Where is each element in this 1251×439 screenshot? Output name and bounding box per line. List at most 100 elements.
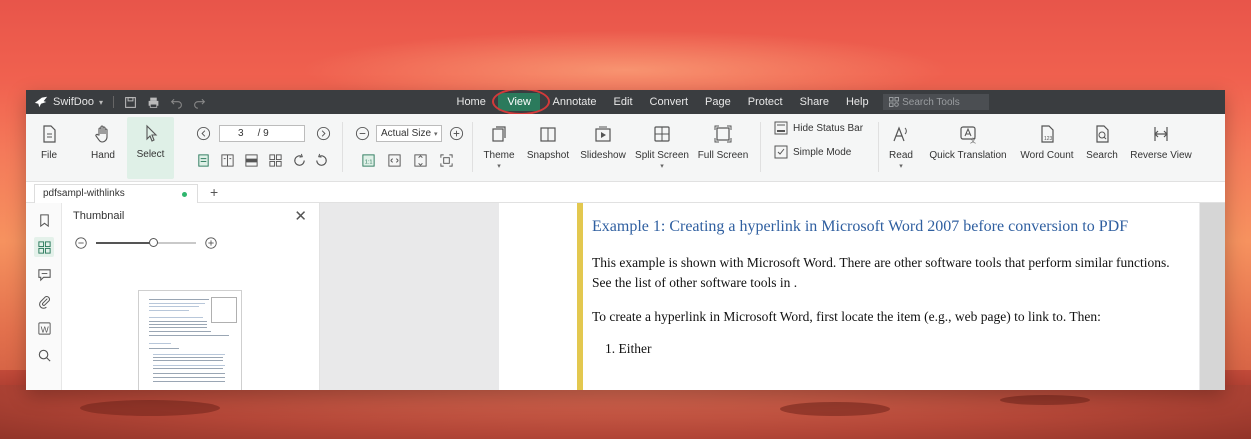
divider: [760, 122, 761, 172]
document-tab[interactable]: pdfsampl-withlinks: [34, 184, 198, 203]
chevron-down-icon: ▾: [497, 163, 501, 170]
menu-home[interactable]: Home: [448, 90, 494, 114]
full-screen-button[interactable]: Full Screen: [696, 118, 750, 161]
scroll-page-icon[interactable]: [242, 151, 260, 169]
rotate-right-icon[interactable]: [290, 151, 308, 169]
thumbnail-icon[interactable]: [34, 237, 54, 257]
file-label: File: [40, 150, 58, 161]
redo-icon[interactable]: [193, 96, 206, 109]
grid-view-icon[interactable]: [266, 151, 284, 169]
read-button[interactable]: Read ▾: [886, 118, 916, 170]
simple-mode-button[interactable]: Simple Mode: [774, 145, 851, 159]
thumbnail-zoom: [74, 236, 218, 250]
quick-translation-button[interactable]: 文 Quick Translation: [928, 118, 1008, 161]
actual-size-icon[interactable]: 1:1: [359, 151, 377, 169]
theme-icon: [492, 126, 506, 142]
read-aloud-icon: [893, 126, 907, 142]
full-screen-icon: [714, 125, 732, 143]
chevron-down-icon: ▾: [660, 163, 664, 170]
reverse-view-button[interactable]: Reverse View: [1130, 118, 1192, 161]
simple-mode-icon: [774, 145, 788, 159]
search-label: Search: [1086, 150, 1118, 161]
close-icon[interactable]: ✕: [294, 207, 307, 225]
file-button[interactable]: File: [36, 118, 62, 161]
snapshot-label: Snapshot: [526, 150, 570, 161]
page-number-input[interactable]: 3 / 9: [219, 125, 305, 142]
svg-text:1:1: 1:1: [364, 159, 372, 165]
background-crater: [780, 402, 890, 416]
two-page-icon[interactable]: [218, 151, 236, 169]
document-viewer[interactable]: Example 1: Creating a hyperlink in Micro…: [320, 203, 1225, 390]
menu-share[interactable]: Share: [791, 90, 837, 114]
snapshot-icon: [540, 127, 556, 142]
menu-help[interactable]: Help: [837, 90, 877, 114]
prev-page-icon[interactable]: [194, 124, 212, 142]
menu-convert[interactable]: Convert: [641, 90, 697, 114]
divider: [878, 122, 879, 172]
fit-visible-icon[interactable]: [437, 151, 455, 169]
menu-annotate[interactable]: Annotate: [544, 90, 605, 114]
next-page-icon[interactable]: [314, 124, 332, 142]
svg-text:文: 文: [970, 137, 976, 144]
thumbnail-zoom-slider[interactable]: [96, 238, 196, 247]
select-label: Select: [136, 149, 165, 160]
read-label: Read: [889, 150, 913, 161]
title-bar: SwifDoo ▾ Home View Annotate Edit Conver…: [26, 90, 1225, 115]
zoom-value: Actual Size: [381, 128, 432, 139]
page-current: 3: [238, 128, 244, 139]
snapshot-button[interactable]: Snapshot: [524, 118, 572, 161]
divider: [112, 96, 114, 108]
comment-icon[interactable]: [34, 264, 54, 284]
fit-width-icon[interactable]: [385, 151, 403, 169]
document-heading: Example 1: Creating a hyperlink in Micro…: [592, 218, 1129, 235]
document-paragraph: To create a hyperlink in Microsoft Word,…: [592, 309, 1101, 324]
select-button[interactable]: Select: [127, 117, 174, 179]
page-margin-bar: [577, 203, 583, 390]
file-icon: [43, 125, 56, 143]
fit-page-icon[interactable]: [411, 151, 429, 169]
document-tab-name: pdfsampl-withlinks: [43, 188, 125, 199]
zoom-out-icon[interactable]: [353, 124, 371, 142]
zoom-select[interactable]: Actual Size ▾: [376, 125, 442, 142]
slideshow-button[interactable]: Slideshow: [578, 118, 628, 161]
hide-status-bar-button[interactable]: Hide Status Bar: [774, 121, 863, 135]
split-screen-button[interactable]: Split Screen ▾: [634, 118, 690, 170]
zoom-in-icon[interactable]: [204, 236, 218, 250]
theme-button[interactable]: Theme ▾: [480, 118, 518, 170]
app-dropdown-icon[interactable]: ▾: [99, 98, 103, 107]
scrollbar[interactable]: [1200, 203, 1225, 390]
background-crater: [1000, 395, 1090, 405]
split-screen-label: Split Screen: [635, 150, 689, 161]
zoom-out-icon[interactable]: [74, 236, 88, 250]
slider-handle[interactable]: [149, 238, 158, 247]
undo-icon[interactable]: [170, 96, 183, 109]
hide-status-bar-label: Hide Status Bar: [793, 122, 864, 134]
page-thumbnail[interactable]: [138, 290, 242, 390]
word-icon[interactable]: W: [34, 318, 54, 338]
add-tab-icon[interactable]: +: [210, 182, 218, 202]
view-ribbon: File Hand Select 3 / 9 Actual Size ▾ 1:1: [26, 114, 1225, 182]
app-logo[interactable]: SwifDoo ▾: [34, 95, 103, 109]
word-count-button[interactable]: 123 Word Count: [1016, 118, 1078, 161]
attachment-icon[interactable]: [34, 291, 54, 311]
zoom-in-icon[interactable]: [447, 124, 465, 142]
hand-button[interactable]: Hand: [86, 118, 120, 161]
menu-edit[interactable]: Edit: [605, 90, 641, 114]
bookmark-icon[interactable]: [34, 210, 54, 230]
pdf-page: Example 1: Creating a hyperlink in Micro…: [499, 203, 1199, 390]
page-content: Example 1: Creating a hyperlink in Micro…: [592, 203, 1179, 357]
search-tools-input[interactable]: Search Tools: [883, 94, 990, 110]
single-page-icon[interactable]: [194, 151, 212, 169]
chevron-down-icon: ▾: [899, 163, 903, 170]
thumbnail-title: Thumbnail: [73, 210, 125, 222]
quick-translation-label: Quick Translation: [929, 150, 1007, 161]
search-button[interactable]: Search: [1084, 118, 1120, 161]
full-screen-label: Full Screen: [697, 150, 749, 161]
search-icon[interactable]: [34, 345, 54, 365]
rotate-left-icon[interactable]: [312, 151, 330, 169]
menu-protect[interactable]: Protect: [739, 90, 791, 114]
save-icon[interactable]: [124, 96, 137, 109]
unsaved-dot: [182, 192, 187, 197]
menu-page[interactable]: Page: [697, 90, 740, 114]
print-icon[interactable]: [147, 96, 160, 109]
